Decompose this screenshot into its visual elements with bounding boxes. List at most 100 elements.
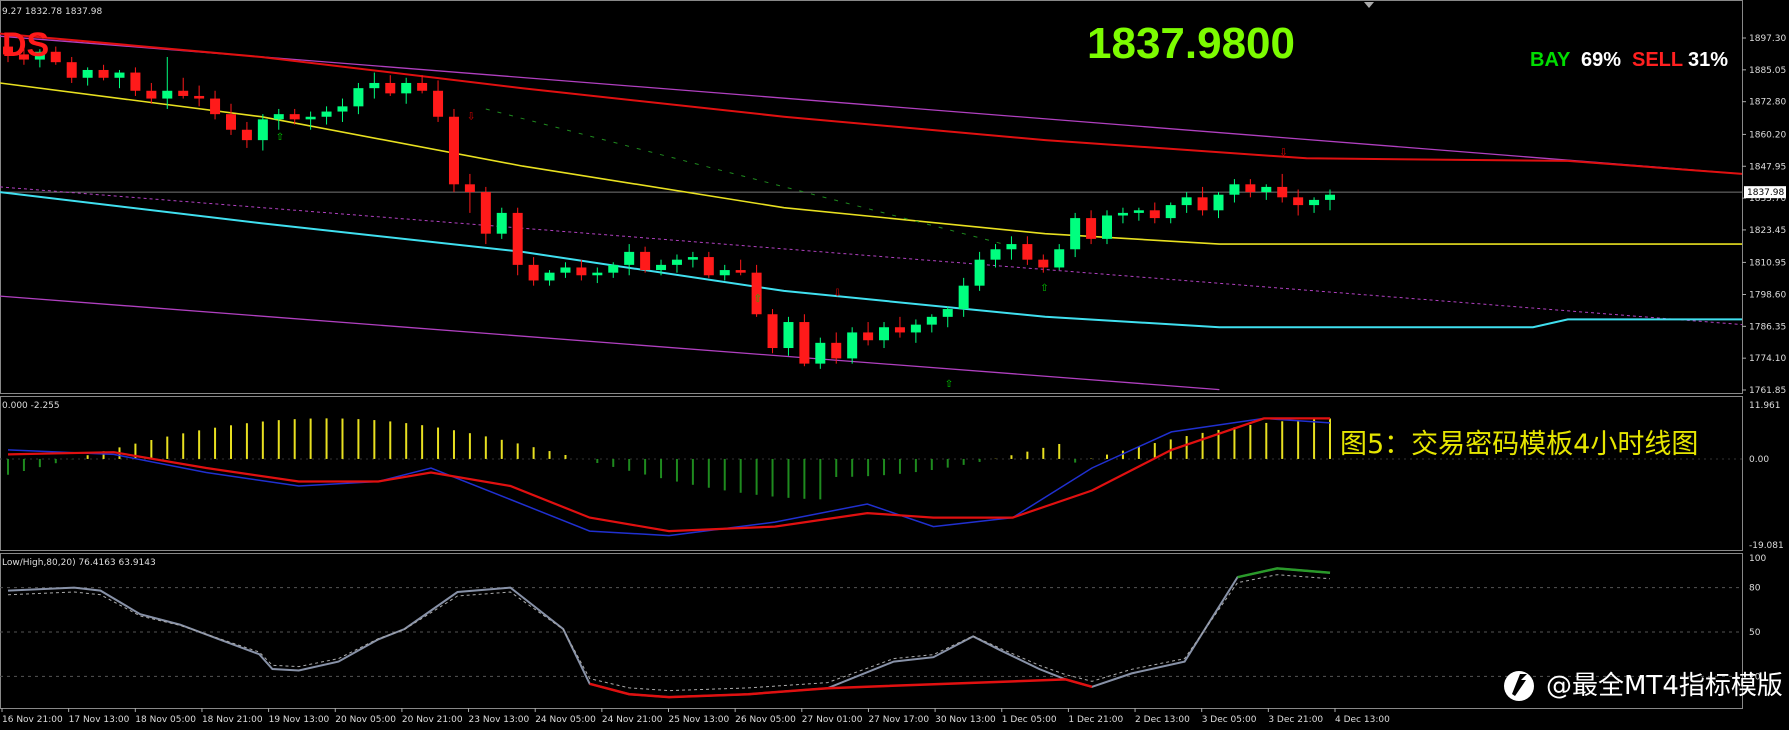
axes: 1897.301885.051872.801860.201847.951835.… [1,34,1786,725]
candle[interactable] [1277,173,1288,203]
candle[interactable] [337,98,348,122]
candle[interactable] [496,207,507,239]
candle[interactable] [1117,207,1128,224]
time-tick-label: 20 Nov 05:00 [335,715,396,725]
candle[interactable] [783,316,794,356]
macd-signal-line [7,417,1330,533]
candle[interactable] [1245,179,1256,198]
candle[interactable] [66,56,77,83]
time-tick-label: 19 Nov 13:00 [269,715,330,725]
candle[interactable] [1261,184,1272,200]
candle[interactable] [910,319,921,343]
candle[interactable] [1293,189,1304,216]
candle[interactable] [592,267,603,284]
candle[interactable] [974,251,985,291]
candle[interactable] [894,316,905,338]
stoch-overbought-segment [1237,567,1331,579]
candle[interactable] [130,67,141,96]
candle[interactable] [480,186,491,245]
candle[interactable] [751,264,762,317]
brand-logo-icon [1504,671,1534,701]
candle[interactable] [879,322,890,349]
candle[interactable] [1181,192,1192,213]
signal-arrow-icon: ⇧ [1040,283,1048,294]
time-tick-label: 4 Dec 13:00 [1335,715,1390,725]
candle[interactable] [1197,186,1208,216]
candle[interactable] [926,314,937,333]
candle[interactable] [448,108,459,193]
time-tick-label: 1 Dec 05:00 [1002,715,1057,725]
candle[interactable] [194,85,205,107]
candle[interactable] [528,257,539,286]
candle[interactable] [687,251,698,268]
price-tick-label: 1860.20 [1749,130,1786,140]
price-tick-label: 1798.60 [1749,290,1786,300]
candle[interactable] [671,254,682,273]
candle[interactable] [146,82,157,104]
candle[interactable] [114,69,125,89]
candle[interactable] [799,314,810,367]
candle[interactable] [162,56,173,109]
scroll-marker-icon[interactable] [1364,2,1374,8]
candle[interactable] [401,77,412,104]
candle[interactable] [735,259,746,276]
candle[interactable] [1022,236,1033,265]
candle[interactable] [990,244,1001,268]
candle[interactable] [321,106,332,125]
candle[interactable] [225,103,236,135]
candle[interactable] [1086,210,1097,245]
candle[interactable] [82,67,93,86]
candle[interactable] [942,306,953,328]
candle[interactable] [257,114,268,151]
candle[interactable] [958,277,969,317]
candle[interactable] [178,77,189,99]
candle[interactable] [767,309,778,354]
candle[interactable] [210,90,221,120]
candle[interactable] [273,108,284,130]
candle[interactable] [512,207,523,276]
candle[interactable] [815,337,826,369]
signal-arrow-icon: ⇩ [1279,148,1287,159]
candle[interactable] [385,75,396,96]
candle[interactable] [464,173,475,213]
time-tick-label: 23 Nov 13:00 [469,715,530,725]
candle[interactable] [241,121,252,148]
candle[interactable] [1070,212,1081,258]
candle[interactable] [1309,197,1320,213]
candle[interactable] [624,244,635,276]
bay-percent: 69% [1581,49,1621,71]
candle[interactable] [1213,192,1224,219]
candle[interactable] [544,270,555,286]
watermark: @最全MT4指标模版 [1546,671,1783,701]
candle[interactable] [560,262,571,278]
candle[interactable] [640,246,651,273]
price-panel[interactable]: ⇧ ⇧ ⇧ ⇧ ⇩ ⇩ ⇩ [0,32,1743,391]
price-tick-label: 1823.45 [1749,226,1786,236]
candle[interactable] [576,259,587,281]
candle[interactable] [369,72,380,99]
macd-tick-label: 11.961 [1749,401,1781,411]
candle[interactable] [703,251,714,278]
candle[interactable] [831,332,842,364]
candle[interactable] [1165,202,1176,224]
candle[interactable] [1149,202,1160,224]
candle[interactable] [417,75,428,94]
candle[interactable] [1102,210,1113,245]
signal-arrow-icon: ⇧ [754,293,762,304]
candle[interactable] [1054,244,1065,271]
signal-arrow-icon: ⇧ [945,379,953,390]
candle[interactable] [719,264,730,281]
candle[interactable] [1006,236,1017,260]
candle[interactable] [1229,179,1240,203]
yellow-moving-average [0,82,1742,245]
candle[interactable] [433,80,444,122]
time-tick-label: 3 Dec 21:00 [1268,715,1323,725]
candle[interactable] [863,322,874,346]
candle[interactable] [50,46,61,65]
sell-percent: 31% [1688,49,1728,71]
candle[interactable] [847,327,858,364]
stochastic-panel[interactable] [0,567,1742,699]
candle[interactable] [98,64,109,81]
candle[interactable] [1133,207,1144,221]
candle[interactable] [353,82,364,115]
